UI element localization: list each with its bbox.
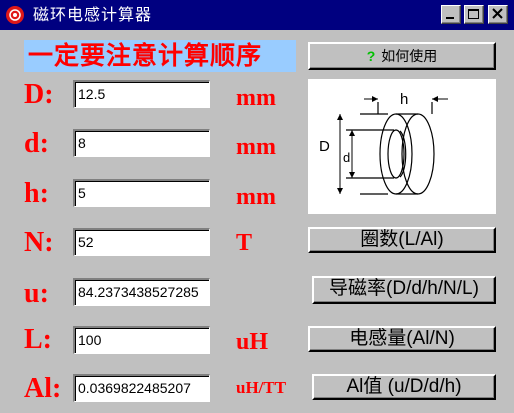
turns-input[interactable]: 52	[73, 228, 210, 256]
status-bar	[430, 402, 514, 413]
maximize-button[interactable]	[464, 5, 484, 24]
calc-al-value-button[interactable]: Al值 (u/D/d/h)	[312, 374, 496, 400]
height-input[interactable]: 5	[73, 179, 210, 207]
minimize-button[interactable]	[441, 5, 461, 24]
maximize-icon	[468, 9, 479, 19]
unit-N: T	[236, 230, 253, 256]
unit-Al: uH/TT	[236, 378, 287, 397]
outer-diameter-input[interactable]: 12.5	[73, 80, 210, 108]
window-title: 磁环电感计算器	[33, 5, 153, 24]
diagram-label-d: d	[343, 150, 350, 165]
calc-turns-button[interactable]: 圈数(L/Al)	[308, 227, 496, 253]
unit-h: mm	[236, 184, 276, 210]
app-icon	[6, 6, 24, 24]
label-L: L:	[24, 324, 52, 355]
how-to-use-button[interactable]: ? 如何使用	[308, 42, 496, 70]
close-icon	[492, 8, 503, 19]
calculation-order-banner: 一定要注意计算顺序	[24, 40, 296, 72]
label-Al: Al:	[24, 373, 62, 404]
calc-permeability-button[interactable]: 导磁率(D/d/h/N/L)	[312, 276, 496, 304]
label-h: h:	[24, 178, 49, 209]
diagram-label-D: D	[319, 138, 330, 155]
label-N: N:	[24, 227, 54, 258]
help-icon: ?	[366, 48, 376, 64]
title-bar[interactable]: 磁环电感计算器	[0, 0, 514, 30]
how-to-use-label: 如何使用	[381, 48, 438, 64]
minimize-icon	[446, 17, 454, 19]
label-D: D:	[24, 79, 54, 110]
unit-D: mm	[236, 85, 276, 111]
unit-L: uH	[236, 329, 269, 355]
unit-d: mm	[236, 134, 276, 160]
diagram-label-h: h	[400, 91, 408, 108]
label-u: u:	[24, 278, 49, 309]
inner-diameter-input[interactable]: 8	[73, 129, 210, 157]
toroid-diagram: h D d	[308, 79, 496, 214]
inductance-input[interactable]: 100	[73, 326, 210, 354]
label-d: d:	[24, 128, 49, 159]
permeability-input[interactable]: 84.2373438527285	[73, 278, 210, 306]
al-value-input[interactable]: 0.0369822485207	[73, 374, 210, 402]
close-button[interactable]	[488, 5, 508, 24]
calc-inductance-button[interactable]: 电感量(Al/N)	[308, 326, 496, 352]
